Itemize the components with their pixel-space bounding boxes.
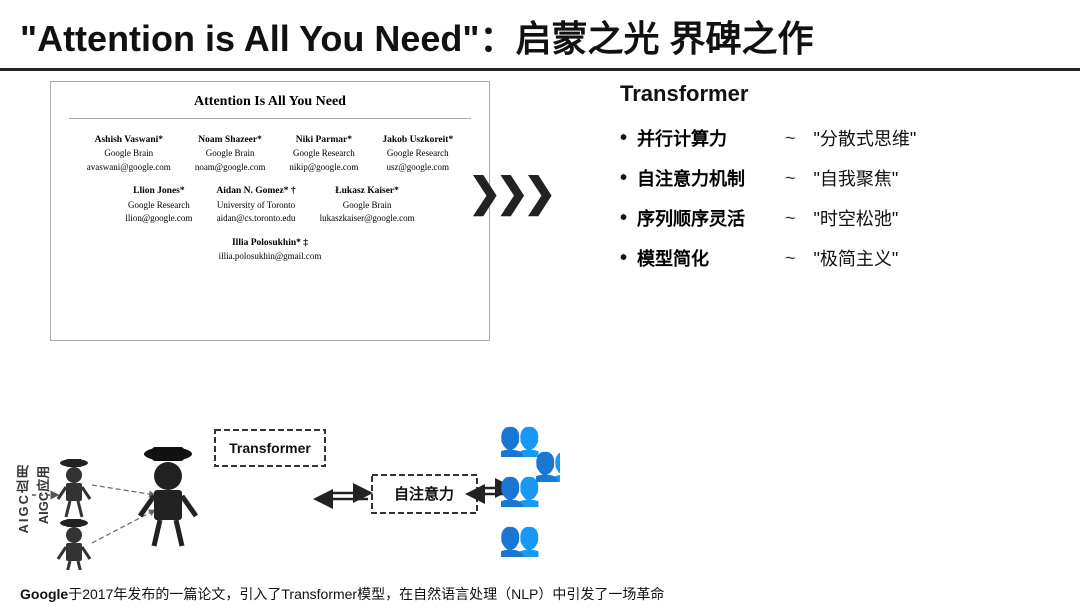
feature-list: • 并行计算力 ~ "分散式思维" • 自注意力机制 ~ "自我聚焦" • 序列…	[620, 125, 1050, 271]
transformer-box-label: Transformer	[229, 440, 311, 456]
feature-item-1: • 并行计算力 ~ "分散式思维"	[620, 125, 1050, 151]
header: "Attention is All You Need"：启蒙之光 界碑之作	[0, 0, 1080, 71]
tilde-3: ~	[785, 208, 796, 229]
feature-name-2: 自注意力机制	[637, 165, 767, 191]
author-polosukhin: Illia Polosukhin* ‡ illia.polosukhin@gma…	[219, 236, 322, 264]
author-shazeer: Noam Shazeer* Google Brain noam@google.c…	[195, 133, 266, 174]
bottom-diagram: AIGC应用	[0, 395, 560, 570]
spy-center	[140, 447, 196, 546]
feature-name-4: 模型简化	[637, 245, 767, 271]
page-title: "Attention is All You Need"：启蒙之光 界碑之作	[20, 10, 1060, 62]
footer-text: Google于2017年发布的一篇论文，引入了Transformer模型，在自然…	[20, 586, 664, 602]
author-kaiser: Łukasz Kaiser* Google Brain lukaszkaiser…	[320, 184, 415, 225]
bullet-3: •	[620, 207, 627, 230]
author-vaswani: Ashish Vaswani* Google Brain avaswani@go…	[87, 133, 171, 174]
feature-desc-4: "极简主义"	[814, 245, 899, 271]
author-gomez: Aidan N. Gomez* † University of Toronto …	[216, 184, 295, 225]
group-far-right: 👥	[534, 445, 560, 483]
author-row-2: Llion Jones* Google Research llion@googl…	[125, 184, 414, 225]
feature-desc-1: "分散式思维"	[814, 125, 917, 151]
paper-title: Attention Is All You Need	[69, 94, 471, 119]
footer-bold: Google	[20, 586, 68, 602]
author-jones: Llion Jones* Google Research llion@googl…	[125, 184, 192, 225]
tilde-1: ~	[785, 128, 796, 149]
aigc-vertical-label: AIGC应用	[14, 463, 33, 534]
author-row-1: Ashish Vaswani* Google Brain avaswani@go…	[87, 133, 453, 174]
feature-item-2: • 自注意力机制 ~ "自我聚焦"	[620, 165, 1050, 191]
group-bottom-right: 👥	[499, 520, 541, 558]
right-panel: Transformer • 并行计算力 ~ "分散式思维" • 自注意力机制 ~…	[540, 71, 1080, 577]
triple-chevron-arrow: ❯❯❯	[468, 170, 551, 216]
bullet-2: •	[620, 167, 627, 190]
feature-item-3: • 序列顺序灵活 ~ "时空松弛"	[620, 205, 1050, 231]
feature-item-4: • 模型简化 ~ "极简主义"	[620, 245, 1050, 271]
paper-box: Attention Is All You Need Ashish Vaswani…	[50, 81, 490, 341]
spy-mid-top	[58, 519, 90, 570]
authors-grid: Ashish Vaswani* Google Brain avaswani@go…	[69, 133, 471, 263]
transformer-title: Transformer	[620, 81, 1050, 107]
feature-name-3: 序列顺序灵活	[637, 205, 767, 231]
tilde-4: ~	[785, 248, 796, 269]
footer-rest: 于2017年发布的一篇论文，引入了Transformer模型，在自然语言处理（N…	[68, 586, 664, 602]
author-parmar: Niki Parmar* Google Research nikip@googl…	[289, 133, 358, 174]
tilde-2: ~	[785, 168, 796, 189]
feature-name-1: 并行计算力	[637, 125, 767, 151]
bullet-4: •	[620, 247, 627, 270]
bullet-1: •	[620, 127, 627, 150]
self-attention-label: 自注意力	[394, 485, 454, 503]
diagram-svg: AIGC应用	[0, 395, 560, 570]
feature-desc-2: "自我聚焦"	[814, 165, 899, 191]
spy-top	[58, 459, 90, 517]
author-row-3: Illia Polosukhin* ‡ illia.polosukhin@gma…	[219, 236, 322, 264]
footer: Google于2017年发布的一篇论文，引入了Transformer模型，在自然…	[20, 584, 1060, 604]
author-uszkoreit: Jakob Uszkoreit* Google Research usz@goo…	[382, 133, 453, 174]
feature-desc-3: "时空松弛"	[814, 205, 899, 231]
